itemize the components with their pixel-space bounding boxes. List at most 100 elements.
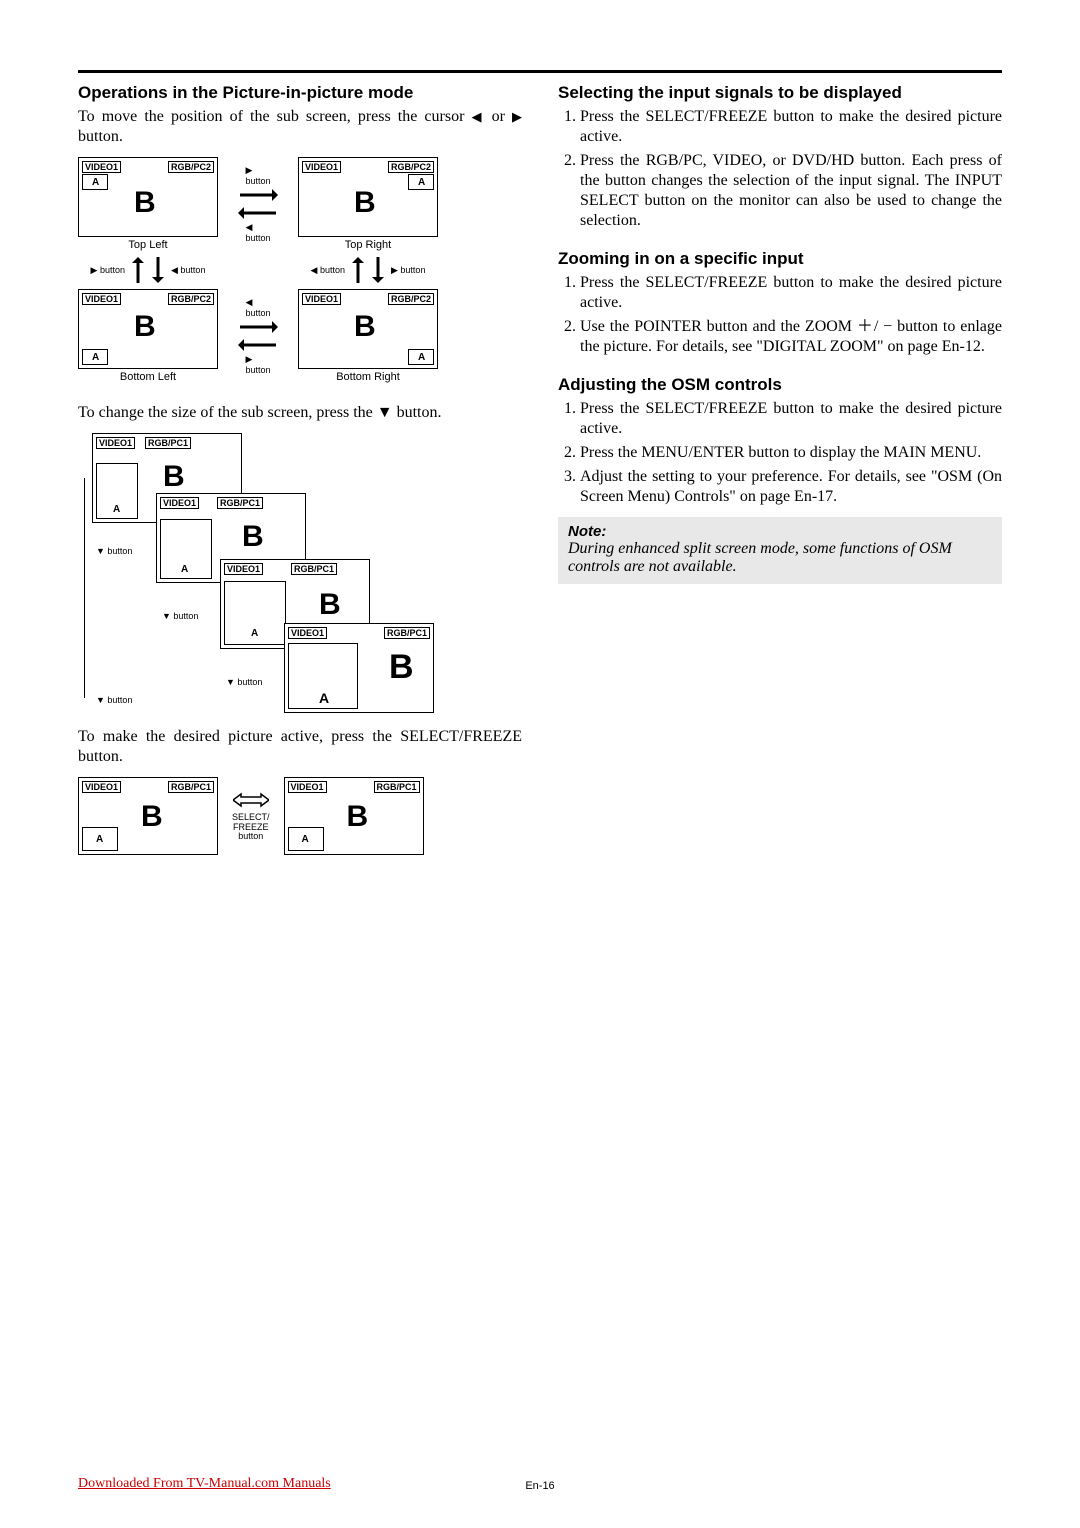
label-video1: VIDEO1 — [160, 497, 199, 509]
label-a: A — [418, 352, 425, 363]
label-rgbpc: RGB/PC1 — [291, 563, 337, 575]
btn-label: ▶button — [245, 165, 270, 186]
screen-bottom-right: VIDEO1 RGB/PC2 B A Bottom Right — [298, 289, 438, 383]
btn-label: ▼ button — [226, 677, 262, 687]
caption: Bottom Right — [298, 371, 438, 383]
label-a: A — [251, 628, 258, 639]
label-b: B — [134, 188, 156, 218]
caption: Bottom Left — [78, 371, 218, 383]
label-a: A — [96, 834, 103, 845]
note-box: Note: During enhanced split screen mode,… — [558, 517, 1002, 584]
label-a: A — [92, 177, 99, 188]
caption: Top Right — [298, 239, 438, 251]
arrow-up-icon — [351, 257, 365, 283]
btn-label: ◀ button — [171, 265, 205, 276]
arrow-down-icon — [151, 257, 165, 283]
vert-arrows-left: ▶ button ◀ button — [91, 257, 206, 283]
arrow-right-icon — [238, 186, 278, 204]
diagram-select-freeze: VIDEO1 RGB/PC1 A B SELECT/ FREEZE button… — [78, 777, 522, 855]
btn-label: ▶ button — [91, 265, 125, 276]
label-video1: VIDEO1 — [224, 563, 263, 575]
btn-label: ◀ button — [311, 265, 345, 276]
label-rgbpc: RGB/PC1 — [217, 497, 263, 509]
screen-top-left: VIDEO1 RGB/PC2 A B Top Left — [78, 157, 218, 251]
text: FREEZE — [233, 822, 269, 832]
label-b: B — [163, 462, 185, 492]
arrow-left-icon — [238, 336, 278, 354]
arrow-cell: ▶button ◀button — [238, 165, 278, 243]
page-number: En-16 — [525, 1480, 554, 1492]
screen-top-right: VIDEO1 RGB/PC2 A B Top Right — [298, 157, 438, 251]
arrow-bidir-icon — [233, 790, 269, 810]
text: SELECT/ — [232, 812, 270, 822]
screen-before: VIDEO1 RGB/PC1 A B — [78, 777, 218, 855]
select-freeze-arrows: SELECT/ FREEZE button — [232, 790, 270, 843]
label-b: B — [141, 802, 163, 832]
list-item: Adjust the setting to your preference. F… — [580, 467, 1002, 507]
list-item: Press the SELECT/FREEZE button to make t… — [580, 107, 1002, 147]
screen-bottom-left: VIDEO1 RGB/PC2 B A Bottom Left — [78, 289, 218, 383]
label-a: A — [181, 564, 188, 575]
list-item: Press the MENU/ENTER button to display t… — [580, 443, 1002, 463]
label-b: B — [354, 188, 376, 218]
caption: Top Left — [78, 239, 218, 251]
triangle-right-icon: ▶ — [512, 109, 522, 124]
heading-osm: Adjusting the OSM controls — [558, 375, 1002, 395]
label-a: A — [302, 834, 309, 845]
btn-label: ◀button — [245, 297, 270, 318]
footer-download-link[interactable]: Downloaded From TV-Manual.com Manuals — [78, 1476, 331, 1492]
diagram-size-cascade: VIDEO1 RGB/PC1 A B VIDEO1 RGB/PC1 A B ▼ … — [78, 433, 522, 713]
label-video1: VIDEO1 — [288, 781, 327, 793]
right-column: Selecting the input signals to be displa… — [558, 83, 1002, 869]
screen-after: VIDEO1 RGB/PC1 A B — [284, 777, 424, 855]
arrow-down-icon — [371, 257, 385, 283]
top-rule — [78, 70, 1002, 73]
label-b: B — [319, 590, 341, 620]
label-rgbpc: RGB/PC2 — [388, 161, 434, 173]
label-video1: VIDEO1 — [302, 293, 341, 305]
label-rgbpc: RGB/PC2 — [168, 161, 214, 173]
heading-select-input: Selecting the input signals to be displa… — [558, 83, 1002, 103]
label-video1: VIDEO1 — [96, 437, 135, 449]
vert-arrows-right: ◀ button ▶ button — [311, 257, 426, 283]
text: To move the position of the sub screen, … — [78, 108, 471, 125]
label-b: B — [242, 522, 264, 552]
list-item: Press the SELECT/FREEZE button to make t… — [580, 273, 1002, 313]
list-select-input: Press the SELECT/FREEZE button to make t… — [558, 107, 1002, 231]
text: or — [485, 108, 512, 125]
para-resize-subscreen: To change the size of the sub screen, pr… — [78, 403, 522, 423]
list-item: Use the POINTER button and the ZOOM ＋/ −… — [580, 317, 1002, 357]
para-move-subscreen: To move the position of the sub screen, … — [78, 107, 522, 147]
btn-label: ◀button — [245, 222, 270, 243]
text: button — [238, 831, 263, 841]
para-select-freeze: To make the desired picture active, pres… — [78, 727, 522, 767]
heading-pip-operations: Operations in the Picture-in-picture mod… — [78, 83, 522, 103]
left-column: Operations in the Picture-in-picture mod… — [78, 83, 522, 869]
note-body: During enhanced split screen mode, some … — [568, 540, 992, 576]
label-rgbpc: RGB/PC2 — [388, 293, 434, 305]
label-a: A — [418, 177, 425, 188]
label-video1: VIDEO1 — [288, 627, 327, 639]
heading-zoom: Zooming in on a specific input — [558, 249, 1002, 269]
note-title: Note: — [568, 523, 992, 540]
label-rgbpc: RGB/PC1 — [384, 627, 430, 639]
label-rgbpc: RGB/PC2 — [168, 293, 214, 305]
arrow-up-icon — [131, 257, 145, 283]
label-a: A — [92, 352, 99, 363]
list-item: Press the RGB/PC, VIDEO, or DVD/HD butto… — [580, 151, 1002, 231]
label-a: A — [113, 504, 120, 515]
label-rgbpc: RGB/PC1 — [374, 781, 420, 793]
label-b: B — [134, 312, 156, 342]
label-video1: VIDEO1 — [82, 293, 121, 305]
label-b: B — [389, 650, 414, 684]
btn-label: ▼ button — [96, 695, 132, 705]
label-a: A — [319, 690, 329, 706]
btn-label: ▼ button — [162, 611, 198, 621]
label-video1: VIDEO1 — [302, 161, 341, 173]
btn-label: ▶button — [245, 354, 270, 375]
label-b: B — [354, 312, 376, 342]
list-item: Press the SELECT/FREEZE button to make t… — [580, 399, 1002, 439]
list-zoom: Press the SELECT/FREEZE button to make t… — [558, 273, 1002, 357]
btn-label: ▶ button — [391, 265, 425, 276]
btn-label: ▼ button — [96, 546, 132, 556]
